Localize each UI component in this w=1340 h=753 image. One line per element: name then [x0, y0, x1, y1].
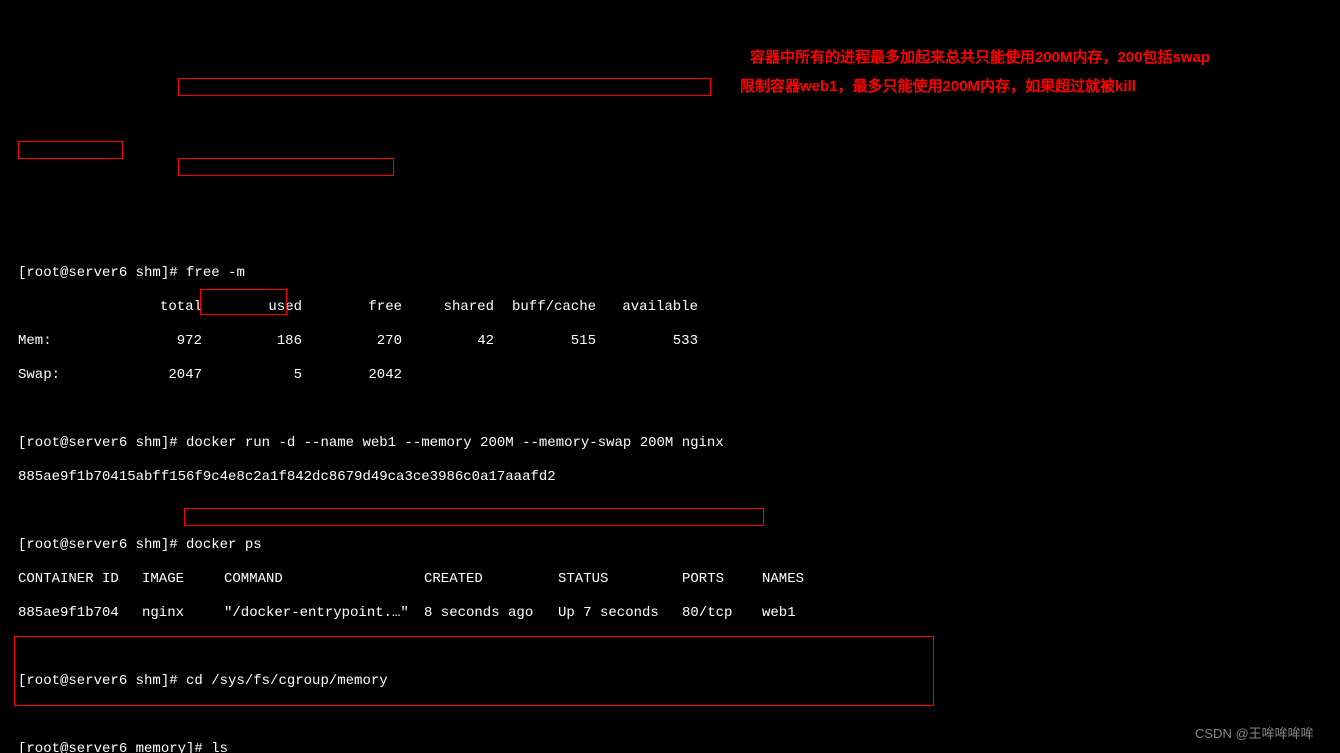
r-created: 8 seconds ago — [424, 605, 558, 622]
swap-total: 2047 — [146, 367, 202, 384]
line-free-swap: Swap: 2047 5 2042 — [18, 367, 1322, 384]
line-ps-header: CONTAINER ID IMAGE COMMAND CREATED STATU… — [18, 571, 1322, 588]
annotation-note-1: 容器中所有的进程最多加起来总共只能使用200M内存，200包括swap — [750, 49, 1210, 66]
h-free: free — [302, 299, 402, 316]
r-image: nginx — [142, 605, 224, 622]
highlight-box-cd-hash — [184, 508, 764, 526]
swap-used: 5 — [202, 367, 302, 384]
prompt: [root@server6 shm]# — [18, 265, 186, 281]
mem-used: 186 — [202, 333, 302, 350]
highlight-box-cd-memory — [178, 158, 394, 176]
mem-avail: 533 — [596, 333, 698, 350]
h-names: NAMES — [762, 571, 804, 588]
h-avail: available — [596, 299, 698, 316]
h-image: IMAGE — [142, 571, 224, 588]
mem-shared: 42 — [402, 333, 494, 350]
h-id: CONTAINER ID — [18, 571, 142, 588]
h-ports: PORTS — [682, 571, 762, 588]
prompt: [root@server6 memory]# — [18, 741, 211, 753]
prompt: [root@server6 shm]# — [18, 435, 186, 451]
cmd-docker-ps: docker ps — [186, 537, 262, 553]
watermark: CSDN @王哞哞哞哞 — [1195, 725, 1314, 742]
swap-label: Swap: — [18, 367, 146, 384]
r-status: Up 7 seconds — [558, 605, 682, 622]
line-docker-ps: [root@server6 shm]# docker ps — [18, 537, 1322, 554]
terminal-window[interactable]: 容器中所有的进程最多加起来总共只能使用200M内存，200包括swap 限制容器… — [0, 0, 1340, 753]
r-ports: 80/tcp — [682, 605, 762, 622]
highlight-box-cat-output — [14, 636, 934, 706]
line-docker-run: [root@server6 shm]# docker run -d --name… — [18, 435, 1322, 452]
h-buff: buff/cache — [494, 299, 596, 316]
highlight-box-container-id — [18, 141, 123, 159]
h-status: STATUS — [558, 571, 682, 588]
r-names: web1 — [762, 605, 796, 622]
h-total: total — [146, 299, 202, 316]
line-ls-memory: [root@server6 memory]# ls — [18, 741, 1322, 753]
line-free-cmd: [root@server6 shm]# free -m — [18, 265, 1322, 282]
line-ps-row: 885ae9f1b704 nginx "/docker-entrypoint.…… — [18, 605, 1322, 622]
annotation-note-2: 限制容器web1，最多只能使用200M内存，如果超过就被kill — [740, 78, 1136, 95]
cmd-docker-run: docker run -d --name web1 --memory 200M … — [186, 435, 724, 451]
mem-free: 270 — [302, 333, 402, 350]
line-docker-run-out: 885ae9f1b70415abff156f9c4e8c2a1f842dc867… — [18, 469, 1322, 486]
h-shared: shared — [402, 299, 494, 316]
h-command: COMMAND — [224, 571, 424, 588]
h-created: CREATED — [424, 571, 558, 588]
cmd-ls: ls — [211, 741, 228, 753]
highlight-box-docker-run — [178, 78, 711, 96]
highlight-box-cd-docker — [200, 289, 287, 315]
prompt: [root@server6 shm]# — [18, 537, 186, 553]
r-command: "/docker-entrypoint.…" — [224, 605, 424, 622]
line-free-mem: Mem: 972 186 270 42 515 533 — [18, 333, 1322, 350]
cmd-free: free -m — [186, 265, 245, 281]
mem-total: 972 — [146, 333, 202, 350]
mem-buff: 515 — [494, 333, 596, 350]
swap-free: 2042 — [302, 367, 402, 384]
mem-label: Mem: — [18, 333, 146, 350]
r-id: 885ae9f1b704 — [18, 605, 142, 622]
